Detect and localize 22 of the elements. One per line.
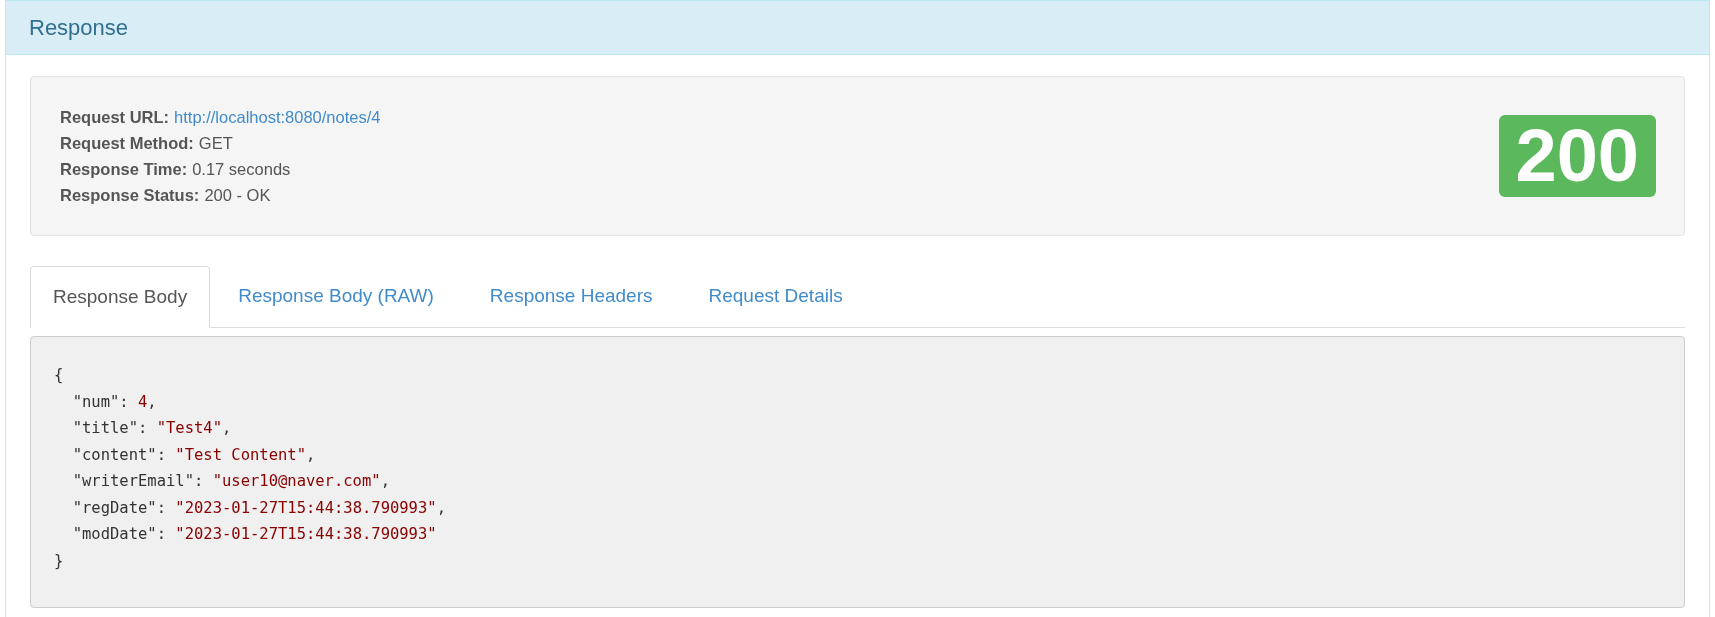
info-label: Request URL:	[60, 107, 170, 128]
status-code-badge: 200	[1498, 115, 1656, 197]
code-line: "regDate": "2023-01-27T15:44:38.790993",	[71, 497, 446, 519]
code-line: "title": "Test4",	[71, 418, 232, 439]
tab[interactable]: Response Body (RAW)	[210, 266, 462, 327]
tab[interactable]: Response Body	[30, 266, 211, 328]
code-line: "modDate": "2023-01-27T15:44:38.790993"	[71, 524, 437, 545]
code-line: {	[54, 365, 64, 386]
info-value: GET	[198, 133, 233, 154]
info-value: 0.17 seconds	[192, 159, 291, 180]
code-line: }	[54, 550, 64, 572]
info-label: Response Time:	[60, 159, 188, 180]
info-value: 200 - OK	[204, 185, 271, 206]
tab[interactable]: Request Details	[680, 266, 871, 327]
tab[interactable]: Response Headers	[461, 266, 681, 327]
info-label: Response Status:	[60, 185, 200, 206]
panel-title: Response	[29, 14, 129, 42]
code-line: "content": "Test Content",	[71, 444, 316, 466]
code-line: "writerEmail": "user10@naver.com",	[71, 471, 390, 492]
code-line: "num": 4,	[71, 391, 157, 413]
info-label: Request Method:	[60, 133, 194, 154]
request-url-link[interactable]: http://localhost:8080/notes/4	[174, 104, 381, 130]
